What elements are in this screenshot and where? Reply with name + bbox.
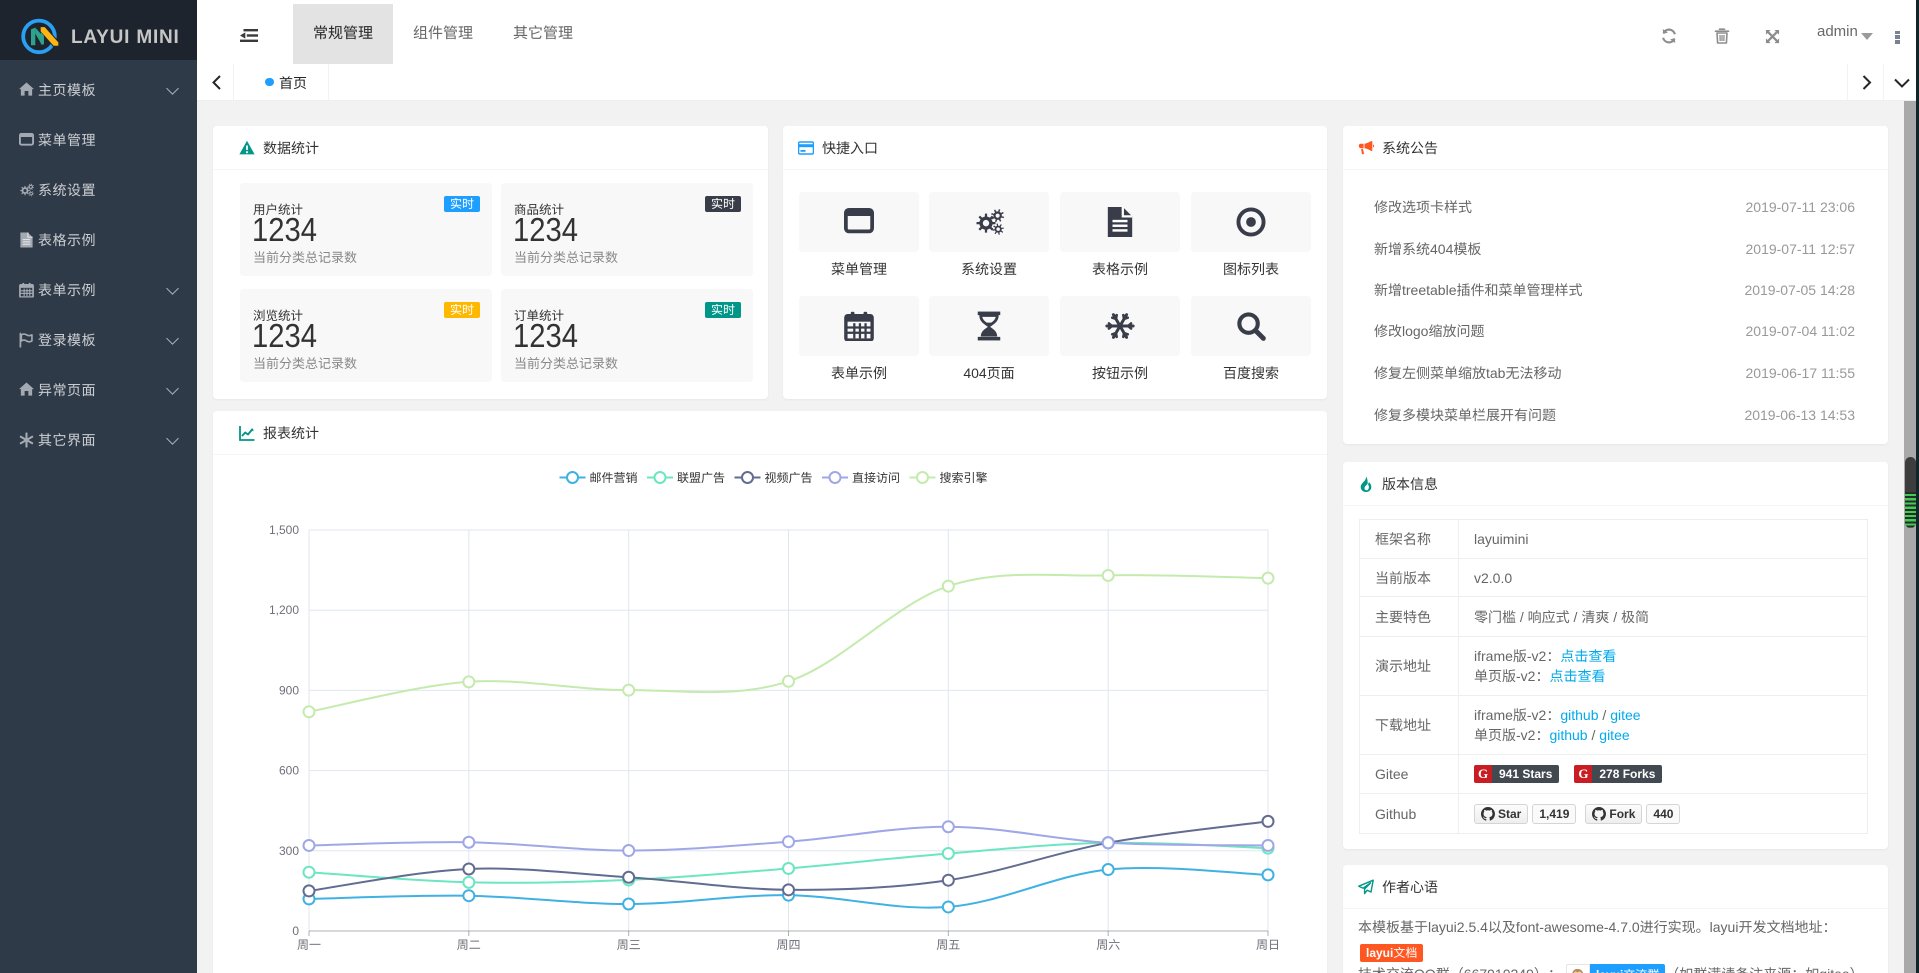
- svg-text:周日: 周日: [1256, 938, 1280, 952]
- svg-text:直接访问: 直接访问: [852, 471, 900, 485]
- svg-text:600: 600: [279, 764, 299, 778]
- svg-text:300: 300: [279, 844, 299, 858]
- svg-text:搜索引擎: 搜索引擎: [940, 471, 988, 485]
- svg-text:周一: 周一: [297, 938, 321, 952]
- svg-text:1,500: 1,500: [269, 523, 299, 537]
- svg-text:邮件营销: 邮件营销: [590, 471, 638, 485]
- svg-text:联盟广告: 联盟广告: [677, 471, 725, 485]
- svg-text:900: 900: [279, 683, 299, 697]
- svg-text:视频广告: 视频广告: [765, 471, 813, 485]
- svg-text:0: 0: [292, 924, 299, 938]
- svg-text:周二: 周二: [457, 938, 481, 952]
- svg-text:1,200: 1,200: [269, 603, 299, 617]
- svg-text:周四: 周四: [776, 938, 800, 952]
- svg-text:周六: 周六: [1096, 938, 1120, 952]
- svg-text:周五: 周五: [936, 938, 960, 952]
- svg-text:周三: 周三: [617, 938, 641, 952]
